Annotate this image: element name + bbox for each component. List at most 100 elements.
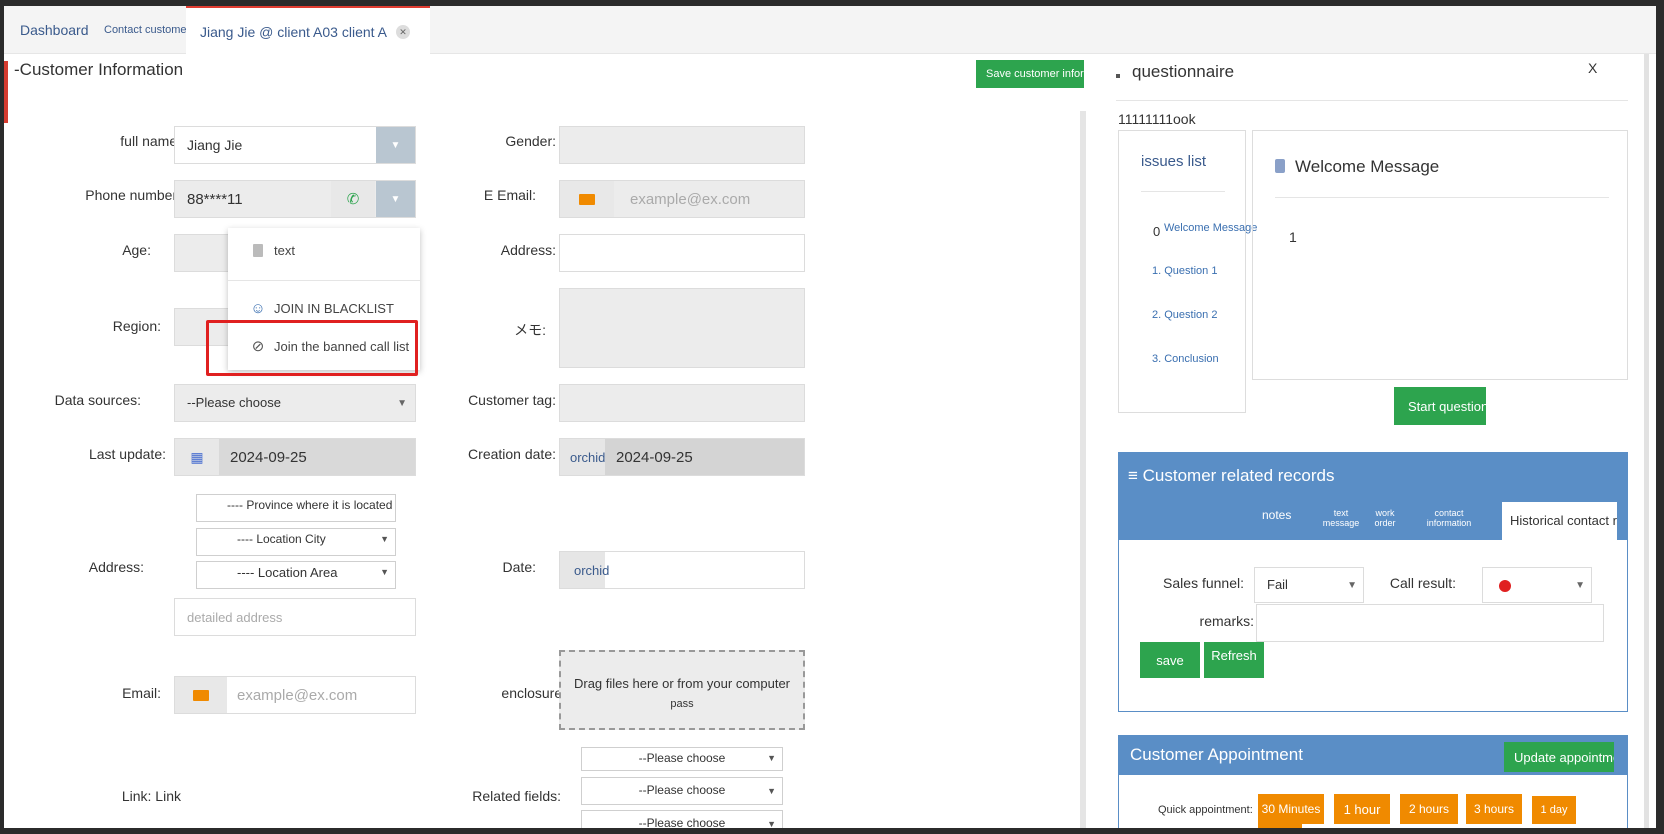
chevron-down-icon: ▼ <box>380 534 389 544</box>
save-record-button[interactable]: save <box>1140 642 1200 678</box>
chevron-down-icon: ▼ <box>767 819 776 828</box>
issue-item-welcome[interactable]: Welcome Message <box>1164 222 1257 234</box>
dropdown-item-blacklist-label: JOIN IN BLACKLIST <box>274 300 394 316</box>
tab-historical-contact-records[interactable]: Historical contact records <box>1502 502 1617 540</box>
customer-tag-label: Customer tag: <box>468 392 556 408</box>
creation-date-value: 2024-09-25 <box>616 449 693 466</box>
tab-contact-information[interactable]: contact information <box>1418 508 1480 528</box>
data-sources-value: --Please choose <box>187 395 281 410</box>
right-scrollbar[interactable] <box>1644 54 1649 828</box>
address2-input[interactable] <box>559 234 805 272</box>
quick-2-hours[interactable]: 2 hours <box>1400 794 1458 824</box>
date-prefix: orchid <box>560 552 609 588</box>
dropdown-item-text[interactable]: text <box>228 236 420 264</box>
questionnaire-divider <box>1116 100 1628 101</box>
email-label: Email: <box>122 685 161 701</box>
area-select[interactable]: ---- Location Area ▼ <box>196 561 396 589</box>
dropzone-text: Drag files here or from your computer <box>573 676 791 691</box>
start-questionnaire-button[interactable]: Start questionnaire <box>1394 387 1486 425</box>
tab-text-message[interactable]: text message <box>1318 508 1364 528</box>
issues-list-title: issues list <box>1141 153 1207 170</box>
call-result-select[interactable]: ▼ <box>1482 567 1592 603</box>
red-edge-marker <box>4 61 8 123</box>
quick-3-hours[interactable]: 3 hours <box>1466 794 1522 824</box>
remarks-input[interactable] <box>1256 604 1604 642</box>
close-questionnaire-button[interactable]: X <box>1588 60 1597 76</box>
tab-contact-customers[interactable]: Contact customers <box>104 6 196 54</box>
memo-label: メモ: <box>514 322 546 338</box>
chevron-down-icon: ▼ <box>390 139 401 151</box>
refresh-button[interactable]: Refresh <box>1204 642 1264 678</box>
tab-customer-detail[interactable]: Jiang Jie @ client A03 client A ✕ <box>186 6 430 55</box>
full-name-value: Jiang Jie <box>187 137 243 153</box>
file-dropzone[interactable]: Drag files here or from your computer pa… <box>559 650 805 730</box>
issue-number-0: 0 <box>1153 224 1161 239</box>
quick-appointment-label: Quick appointment: <box>1158 804 1253 816</box>
issue-item-conclusion[interactable]: 3. Conclusion <box>1152 353 1219 365</box>
customer-info-title: -Customer Information <box>14 60 184 79</box>
gender-input[interactable] <box>559 126 805 164</box>
close-icon[interactable]: ✕ <box>396 25 410 39</box>
sales-funnel-label: Sales funnel: <box>1163 575 1244 591</box>
tab-bar: Dashboard Contact customers Jiang Jie @ … <box>4 6 1656 55</box>
tab-notes[interactable]: notes <box>1262 509 1291 521</box>
creation-date-prefix: orchid <box>560 439 605 475</box>
question-content-title: Welcome Message <box>1295 157 1440 176</box>
dropdown-divider <box>228 280 420 281</box>
related-field-select-2[interactable]: --Please choose ▼ <box>581 777 783 805</box>
call-result-label: Call result: <box>1389 575 1456 591</box>
related-field-select-3[interactable]: --Please choose ▼ <box>581 810 783 828</box>
phone-dropdown-toggle[interactable]: ▼ <box>376 181 415 217</box>
chevron-down-icon: ▼ <box>397 398 407 409</box>
chevron-down-icon: ▼ <box>1347 580 1357 591</box>
chevron-down-icon: ▼ <box>767 753 776 763</box>
collapse-icon[interactable] <box>1116 74 1120 78</box>
full-name-dropdown[interactable]: ▼ <box>376 127 415 163</box>
detailed-address-input[interactable]: detailed address <box>174 598 416 636</box>
red-dot-icon <box>1499 580 1511 592</box>
email-placeholder: example@ex.com <box>237 687 358 704</box>
full-name-label: full name: <box>120 133 181 149</box>
province-select[interactable]: ---- Province where it is located <box>196 494 396 522</box>
call-button[interactable]: ✆ <box>331 181 375 217</box>
tab-customer-detail-label: Jiang Jie @ client A03 client A <box>200 23 387 40</box>
date-prefix-text: orchid <box>574 562 610 578</box>
gender-label: Gender: <box>505 133 556 149</box>
question-content-divider <box>1275 197 1609 198</box>
calendar-button[interactable]: ▦ <box>175 439 219 475</box>
creation-date-label: Creation date: <box>468 446 556 462</box>
document-icon <box>250 242 266 258</box>
scrollbar-track[interactable] <box>1080 111 1086 828</box>
quick-1-day[interactable]: 1 day <box>1532 796 1576 824</box>
update-appointment-button[interactable]: Update appointment time <box>1504 742 1614 772</box>
link-label: Link: Link <box>121 788 181 804</box>
quick-option-overflow <box>1258 824 1302 828</box>
sales-funnel-select[interactable]: Fail ▼ <box>1254 567 1364 603</box>
e-email-placeholder: example@ex.com <box>630 191 751 208</box>
quick-1-hour[interactable]: 1 hour <box>1334 794 1390 824</box>
data-sources-select[interactable]: --Please choose ▼ <box>174 384 416 422</box>
issue-item-question-1[interactable]: 1. Question 1 <box>1152 265 1217 277</box>
dropdown-item-blacklist[interactable]: ☺ JOIN IN BLACKLIST <box>228 294 420 322</box>
city-value: ---- Location City <box>237 532 326 546</box>
address-label: Address: <box>88 559 144 575</box>
quick-30-minutes[interactable]: 30 Minutes <box>1258 794 1324 824</box>
detailed-address-placeholder: detailed address <box>187 610 283 625</box>
data-sources-label: Data sources: <box>54 392 141 408</box>
e-email-addon <box>560 181 614 217</box>
age-label: Age: <box>122 242 151 258</box>
issue-item-question-2[interactable]: 2. Question 2 <box>1152 309 1217 321</box>
date-label: Date: <box>502 559 536 575</box>
email-addon <box>175 677 227 713</box>
calendar-icon: ▦ <box>190 448 204 465</box>
phone-label: Phone number: <box>85 187 181 203</box>
tab-dashboard[interactable]: Dashboard <box>20 6 89 54</box>
province-value: ---- Province where it is located <box>227 498 393 512</box>
chevron-down-icon: ▼ <box>1575 580 1585 591</box>
customer-tag-input[interactable] <box>559 384 805 422</box>
tab-work-order[interactable]: work order <box>1370 508 1400 528</box>
related-field-select-1[interactable]: --Please choose ▼ <box>581 747 783 771</box>
memo-textarea[interactable] <box>559 288 805 368</box>
city-select[interactable]: ---- Location City ▼ <box>196 528 396 556</box>
save-customer-info-button[interactable]: Save customer information <box>976 60 1084 88</box>
